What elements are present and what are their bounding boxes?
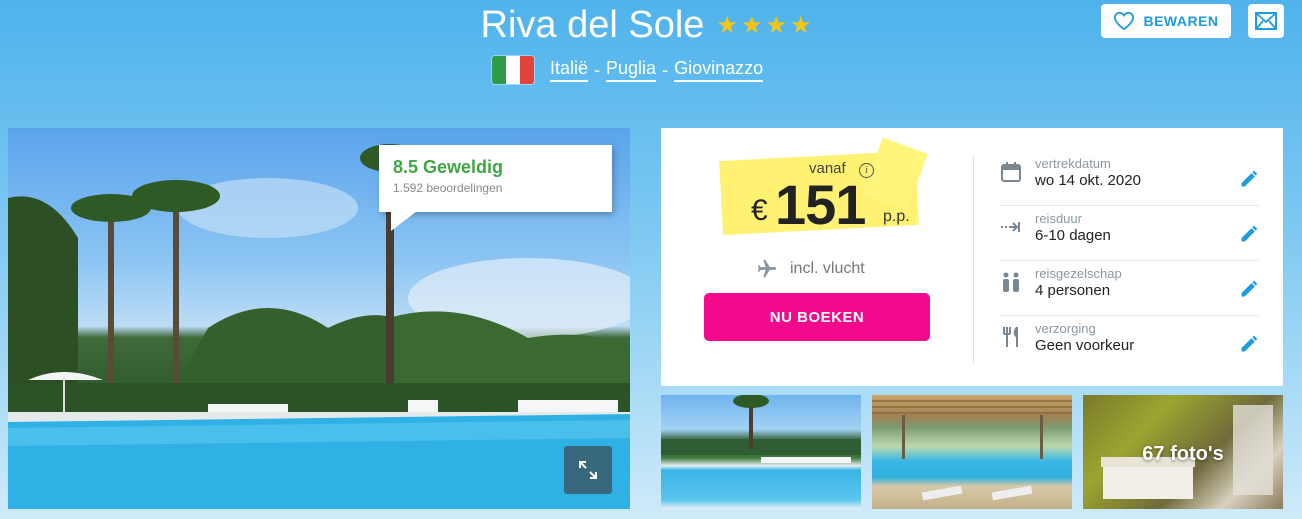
flight-text: incl. vlucht: [790, 260, 865, 277]
review-count: 1.592 beoordelingen: [393, 181, 503, 195]
star-icon: ★: [789, 11, 812, 39]
thumbnail-pool-image: [661, 395, 861, 463]
pencil-icon[interactable]: [1239, 334, 1259, 354]
calendar-icon: [1001, 162, 1021, 182]
gallery-thumbnail[interactable]: [872, 395, 1072, 509]
detail-label: verzorging: [1035, 321, 1096, 336]
location-separator: -: [594, 59, 601, 80]
detail-value: 6-10 dagen: [1035, 227, 1111, 244]
airplane-icon: [757, 259, 777, 278]
cutlery-icon: [1003, 327, 1018, 347]
detail-separator: [999, 205, 1259, 206]
detail-label: vertrekdatum: [1035, 156, 1111, 171]
detail-label: reisduur: [1035, 211, 1082, 226]
expand-photo-button[interactable]: [564, 446, 612, 494]
detail-duration[interactable]: reisduur 6-10 dagen: [999, 211, 1269, 255]
detail-value: 4 personen: [1035, 282, 1111, 299]
duration-icon: [1001, 222, 1020, 232]
gallery-more-photos[interactable]: 67 foto's: [1083, 395, 1283, 509]
card-divider: [973, 154, 974, 364]
price-area: vanaf i € 151 p.p. incl. vlucht NU BOEKE…: [661, 128, 973, 386]
detail-separator: [999, 260, 1259, 261]
expand-icon: [579, 461, 597, 479]
detail-value: Geen voorkeur: [1035, 337, 1135, 354]
booking-card: vanaf i € 151 p.p. incl. vlucht NU BOEKE…: [661, 128, 1283, 386]
detail-departure-date[interactable]: vertrekdatum wo 14 okt. 2020: [999, 156, 1269, 200]
save-button-label: BEWAREN: [1143, 13, 1219, 29]
star-icon: ★: [740, 11, 763, 39]
detail-travel-party[interactable]: reisgezelschap 4 personen: [999, 266, 1269, 310]
price-value: 151: [775, 173, 866, 236]
detail-label: reisgezelschap: [1035, 266, 1122, 281]
heart-icon: [1114, 11, 1135, 31]
bubble-tail: [391, 211, 417, 231]
location-breadcrumb: Italië - Puglia - Giovinazzo: [492, 56, 764, 84]
location-separator: -: [662, 59, 669, 80]
pencil-icon[interactable]: [1239, 169, 1259, 189]
per-person-label: p.p.: [883, 208, 910, 225]
book-now-button[interactable]: NU BOEKEN: [704, 293, 930, 341]
hotel-name: Riva del Sole: [480, 4, 705, 46]
star-rating: ★ ★ ★ ★: [716, 11, 812, 39]
italy-flag-icon: [492, 56, 534, 84]
flight-included: incl. vlucht: [756, 258, 865, 280]
mail-button[interactable]: [1248, 4, 1284, 38]
mail-icon: [1255, 12, 1277, 30]
location-region-link[interactable]: Puglia: [606, 58, 657, 82]
location-country-link[interactable]: Italië: [550, 58, 589, 82]
star-icon: ★: [716, 11, 738, 39]
review-score-bubble[interactable]: 8.5 Geweldig 1.592 beoordelingen: [379, 145, 612, 231]
save-button[interactable]: BEWAREN: [1101, 4, 1231, 38]
gallery-thumbnail[interactable]: [661, 395, 861, 509]
review-score: 8.5 Geweldig: [393, 157, 504, 177]
currency-symbol: €: [751, 194, 768, 227]
thumbnail-terrace-image: [872, 400, 1072, 501]
pencil-icon[interactable]: [1239, 279, 1259, 299]
detail-value: wo 14 okt. 2020: [1035, 172, 1141, 189]
photo-count-label: 67 foto's: [1142, 443, 1224, 465]
location-city-link[interactable]: Giovinazzo: [674, 58, 764, 82]
star-icon: ★: [765, 11, 787, 39]
detail-separator: [999, 315, 1259, 316]
people-icon: [1003, 272, 1019, 292]
pencil-icon[interactable]: [1239, 224, 1259, 244]
detail-board[interactable]: verzorging Geen voorkeur: [999, 321, 1269, 365]
